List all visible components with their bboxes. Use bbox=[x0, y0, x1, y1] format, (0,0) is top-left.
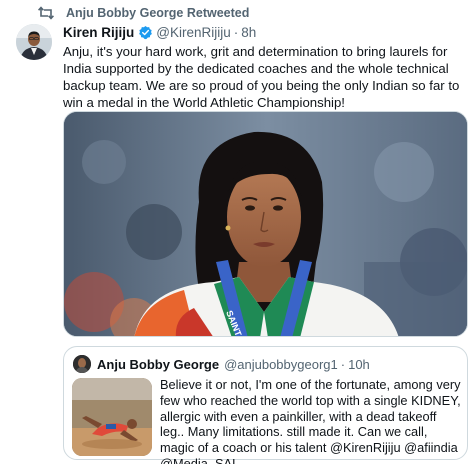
retweet-label: Anju Bobby George Retweeted bbox=[66, 6, 250, 20]
quoted-timestamp[interactable]: 10h bbox=[348, 357, 370, 372]
quoted-tweet[interactable]: Anju Bobby George @anjubobbygeorg1 · 10h… bbox=[63, 346, 468, 464]
quoted-avatar[interactable] bbox=[73, 355, 91, 373]
tweet-timestamp[interactable]: 8h bbox=[241, 25, 256, 40]
quoted-separator-dot: · bbox=[340, 356, 346, 372]
verified-badge-icon bbox=[138, 25, 153, 40]
quoted-tweet-header: Anju Bobby George @anjubobbygeorg1 · 10h bbox=[73, 355, 370, 373]
quoted-tweet-text: Believe it or not, I'm one of the fortun… bbox=[160, 377, 461, 464]
quoted-author-handle[interactable]: @anjubobbygeorg1 bbox=[224, 357, 338, 372]
retweet-context[interactable]: Anju Bobby George Retweeted bbox=[38, 5, 249, 21]
tweet-header: Kiren Rijiju @KirenRijiju · 8h bbox=[63, 25, 256, 40]
tweet-media-image[interactable]: SAINT-DENIS bbox=[63, 111, 468, 337]
author-name[interactable]: Kiren Rijiju bbox=[63, 25, 134, 40]
quoted-media-thumbnail[interactable] bbox=[72, 378, 152, 456]
author-handle[interactable]: @KirenRijiju bbox=[156, 25, 230, 40]
quoted-author-name[interactable]: Anju Bobby George bbox=[97, 357, 219, 372]
avatar[interactable] bbox=[16, 24, 52, 60]
separator-dot: · bbox=[233, 25, 239, 40]
retweet-icon bbox=[38, 6, 54, 20]
tweet-text: Anju, it's your hard work, grit and dete… bbox=[63, 44, 460, 110]
